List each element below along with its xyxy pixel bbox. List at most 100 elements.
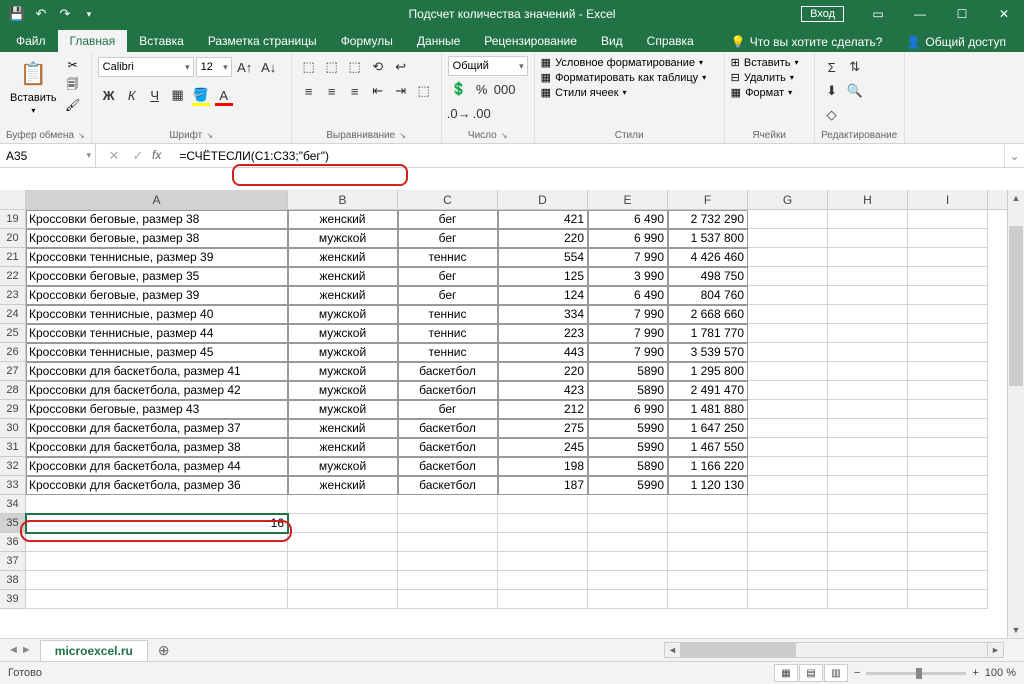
- vertical-scrollbar[interactable]: ▲ ▼: [1007, 190, 1024, 638]
- cell[interactable]: баскетбол: [398, 438, 498, 457]
- row-header[interactable]: 26: [0, 343, 26, 362]
- qat-customize-icon[interactable]: ▾: [78, 3, 100, 25]
- cell[interactable]: [498, 514, 588, 533]
- cell[interactable]: 124: [498, 286, 588, 305]
- cell[interactable]: теннис: [398, 248, 498, 267]
- cell[interactable]: 198: [498, 457, 588, 476]
- tab-formulas[interactable]: Формулы: [329, 30, 405, 52]
- cell[interactable]: [398, 552, 498, 571]
- row-header[interactable]: 25: [0, 324, 26, 343]
- cell[interactable]: [748, 590, 828, 609]
- tab-help[interactable]: Справка: [635, 30, 706, 52]
- cell[interactable]: 1 467 550: [668, 438, 748, 457]
- fill-icon[interactable]: ⬇: [821, 80, 843, 102]
- row-header[interactable]: 36: [0, 533, 26, 552]
- cell[interactable]: мужской: [288, 324, 398, 343]
- row-header[interactable]: 21: [0, 248, 26, 267]
- cell[interactable]: [748, 533, 828, 552]
- cell[interactable]: бег: [398, 267, 498, 286]
- orientation-icon[interactable]: ⟲: [367, 56, 389, 78]
- cell[interactable]: 220: [498, 229, 588, 248]
- cell[interactable]: [748, 514, 828, 533]
- align-bottom-icon[interactable]: ⬚: [344, 56, 366, 78]
- cell[interactable]: 6 990: [588, 400, 668, 419]
- cell[interactable]: 5890: [588, 381, 668, 400]
- select-all-corner[interactable]: [0, 190, 26, 209]
- cell[interactable]: мужской: [288, 305, 398, 324]
- cell[interactable]: [828, 533, 908, 552]
- font-color-button[interactable]: A: [213, 84, 235, 106]
- fx-icon[interactable]: fx: [152, 148, 165, 164]
- column-header[interactable]: D: [498, 190, 588, 209]
- cell[interactable]: [828, 476, 908, 495]
- cell[interactable]: Кроссовки для баскетбола, размер 36: [26, 476, 288, 495]
- cell[interactable]: теннис: [398, 305, 498, 324]
- row-header[interactable]: 37: [0, 552, 26, 571]
- cell[interactable]: 6 490: [588, 286, 668, 305]
- share-button[interactable]: 👤 Общий доступ: [898, 32, 1014, 52]
- cell[interactable]: [748, 381, 828, 400]
- tab-view[interactable]: Вид: [589, 30, 635, 52]
- cell[interactable]: Кроссовки беговые, размер 38: [26, 229, 288, 248]
- dialog-launcher-icon[interactable]: ↘: [399, 131, 406, 140]
- cell[interactable]: [828, 381, 908, 400]
- border-button[interactable]: ▦: [167, 84, 189, 106]
- cell[interactable]: [908, 495, 988, 514]
- cell[interactable]: [828, 514, 908, 533]
- delete-cells-button[interactable]: ⊟Удалить▾: [731, 71, 794, 84]
- row-header[interactable]: 20: [0, 229, 26, 248]
- cell[interactable]: [398, 590, 498, 609]
- cell[interactable]: [498, 495, 588, 514]
- cell[interactable]: [828, 324, 908, 343]
- row-header[interactable]: 35: [0, 514, 26, 533]
- cell[interactable]: [828, 495, 908, 514]
- cell[interactable]: 554: [498, 248, 588, 267]
- cell[interactable]: 1 481 880: [668, 400, 748, 419]
- cell[interactable]: [828, 419, 908, 438]
- cell[interactable]: [288, 552, 398, 571]
- cell[interactable]: [828, 343, 908, 362]
- cell[interactable]: баскетбол: [398, 419, 498, 438]
- cell[interactable]: [828, 229, 908, 248]
- paste-button[interactable]: 📋 Вставить ▾: [6, 56, 61, 117]
- cell[interactable]: 1 120 130: [668, 476, 748, 495]
- cell[interactable]: женский: [288, 438, 398, 457]
- cell[interactable]: 3 539 570: [668, 343, 748, 362]
- horizontal-scrollbar[interactable]: ◄ ►: [664, 642, 1004, 658]
- cell[interactable]: [588, 590, 668, 609]
- align-middle-icon[interactable]: ⬚: [321, 56, 343, 78]
- column-header[interactable]: H: [828, 190, 908, 209]
- tab-pagelayout[interactable]: Разметка страницы: [196, 30, 329, 52]
- column-header[interactable]: A: [26, 190, 288, 209]
- scroll-down-icon[interactable]: ▼: [1008, 622, 1024, 638]
- cell[interactable]: 423: [498, 381, 588, 400]
- cell[interactable]: [668, 590, 748, 609]
- cell[interactable]: 334: [498, 305, 588, 324]
- cell[interactable]: [668, 495, 748, 514]
- dialog-launcher-icon[interactable]: ↘: [501, 131, 508, 140]
- cell[interactable]: [828, 400, 908, 419]
- row-header[interactable]: 22: [0, 267, 26, 286]
- cell[interactable]: [398, 495, 498, 514]
- cell[interactable]: [748, 571, 828, 590]
- row-header[interactable]: 38: [0, 571, 26, 590]
- number-format-select[interactable]: Общий: [448, 56, 528, 76]
- column-header[interactable]: G: [748, 190, 828, 209]
- cell[interactable]: бег: [398, 286, 498, 305]
- cell[interactable]: бег: [398, 400, 498, 419]
- cell[interactable]: 5890: [588, 362, 668, 381]
- cell[interactable]: 16: [26, 514, 288, 533]
- cell[interactable]: [908, 305, 988, 324]
- cell[interactable]: 5990: [588, 419, 668, 438]
- cell[interactable]: [498, 552, 588, 571]
- cell[interactable]: [26, 571, 288, 590]
- cell[interactable]: 245: [498, 438, 588, 457]
- cell[interactable]: [828, 438, 908, 457]
- bold-button[interactable]: Ж: [98, 84, 120, 106]
- fill-color-button[interactable]: 🪣: [190, 84, 212, 106]
- cell[interactable]: [398, 571, 498, 590]
- align-center-icon[interactable]: ≡: [321, 80, 343, 102]
- cell[interactable]: [828, 286, 908, 305]
- cell[interactable]: [908, 248, 988, 267]
- cell[interactable]: 6 490: [588, 210, 668, 229]
